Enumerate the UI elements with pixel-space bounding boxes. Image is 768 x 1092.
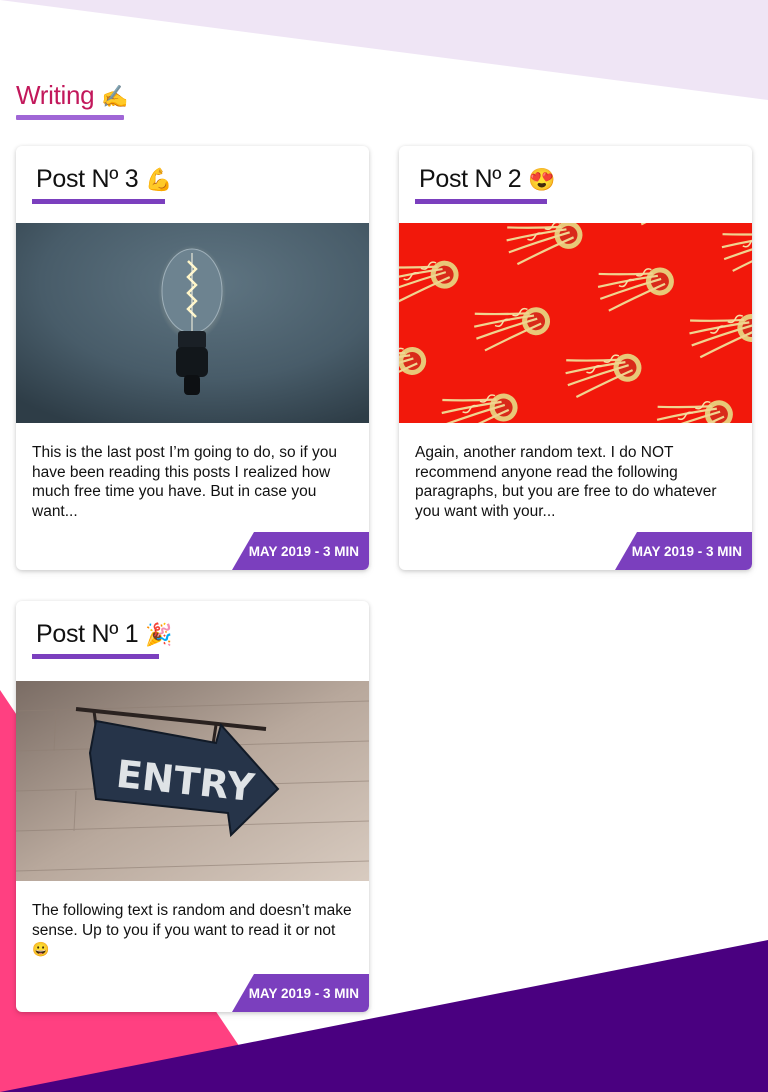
post-excerpt: Again, another random text. I do NOT rec… [415, 444, 717, 520]
post-title-underline [32, 199, 165, 204]
post-excerpt: The following text is random and doesn’t… [32, 901, 354, 960]
post-image[interactable] [399, 223, 752, 423]
post-card-3[interactable]: Post Nº 3 💪 This is the last post I’m go… [16, 146, 369, 570]
post-image[interactable] [16, 223, 369, 423]
post-title-text: Post Nº 2 [419, 165, 522, 193]
post-meta-badge: MAY 2019 - 3 MIN [232, 532, 369, 570]
post-excerpt-text: The following text is random and doesn’t… [32, 902, 352, 939]
entry-sign-photo: ENTRY [16, 681, 369, 881]
section-title: Writing ✍️ [16, 80, 129, 111]
post-image[interactable]: ENTRY [16, 681, 369, 881]
section-underline [16, 115, 124, 120]
post-title-underline [32, 654, 159, 659]
post-title-underline [415, 199, 547, 204]
writing-hand-icon: ✍️ [101, 84, 129, 109]
post-title[interactable]: Post Nº 1 🎉 [36, 620, 172, 649]
post-card-1[interactable]: Post Nº 1 🎉 ENTRY The following text is … [16, 601, 369, 1012]
post-meta-badge: MAY 2019 - 3 MIN [615, 532, 752, 570]
grinning-face-icon: 😀 [32, 941, 50, 957]
post-title-text: Post Nº 3 [36, 165, 139, 193]
light-bulb-photo [16, 223, 369, 423]
post-excerpt: This is the last post I’m going to do, s… [32, 444, 337, 520]
post-title[interactable]: Post Nº 3 💪 [36, 165, 172, 194]
post-title-text: Post Nº 1 [36, 620, 139, 648]
noodles-pattern-photo [399, 223, 752, 423]
party-popper-icon: 🎉 [144, 622, 173, 647]
post-title[interactable]: Post Nº 2 😍 [419, 165, 555, 194]
section-title-text: Writing [16, 80, 95, 110]
post-card-2[interactable]: Post Nº 2 😍 Again, another random text. … [399, 146, 752, 570]
post-meta-badge: MAY 2019 - 3 MIN [232, 974, 369, 1012]
flexed-biceps-icon: 💪 [144, 167, 173, 192]
heart-eyes-icon: 😍 [527, 167, 556, 192]
